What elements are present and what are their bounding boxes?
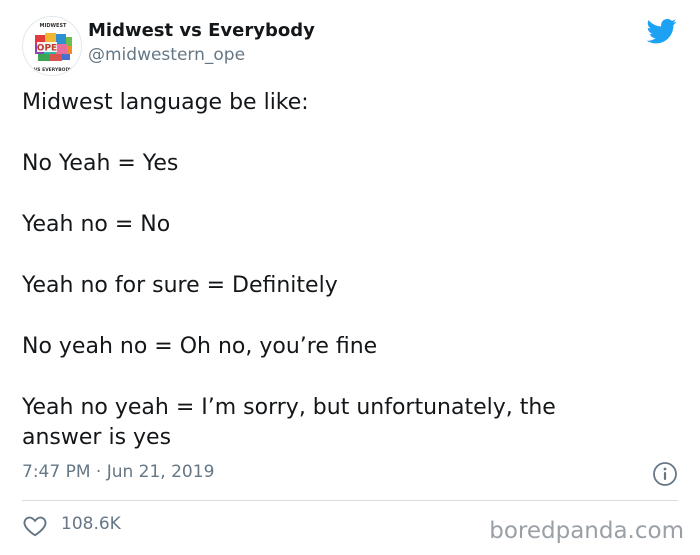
tweet-timestamp[interactable]: 7:47 PM · Jun 21, 2019 — [22, 462, 214, 482]
heart-icon[interactable] — [22, 513, 48, 539]
tweet-line: Yeah no = No — [22, 212, 171, 237]
tweet-line: No Yeah = Yes — [22, 151, 179, 176]
like-count: 108.6K — [61, 514, 121, 534]
tweet-line: Yeah no yeah = I’m sorry, but unfortunat… — [22, 395, 556, 420]
tweet-line: No yeah no = Oh no, you’re fine — [22, 334, 378, 359]
svg-text:OPE: OPE — [37, 44, 57, 54]
svg-text:MIDWEST: MIDWEST — [40, 23, 68, 29]
display-name[interactable]: Midwest vs Everybody — [88, 20, 315, 41]
avatar[interactable]: OPE MIDWEST VS EVERYBODY — [22, 16, 82, 76]
svg-text:VS EVERYBODY: VS EVERYBODY — [34, 67, 73, 73]
watermark: boredpanda.com — [489, 518, 684, 544]
tweet-line: answer is yes — [22, 425, 172, 450]
user-handle[interactable]: @midwestern_ope — [88, 45, 245, 65]
tweet-text: Midwest language be like: No Yeah = Yes … — [22, 88, 662, 453]
tweet-line: Midwest language be like: — [22, 90, 309, 115]
twitter-bird-icon[interactable] — [645, 16, 679, 46]
tweet-line: Yeah no for sure = Definitely — [22, 273, 338, 298]
divider — [22, 500, 678, 501]
midwest-logo-icon: OPE MIDWEST VS EVERYBODY — [24, 18, 81, 75]
info-icon[interactable] — [652, 461, 678, 487]
